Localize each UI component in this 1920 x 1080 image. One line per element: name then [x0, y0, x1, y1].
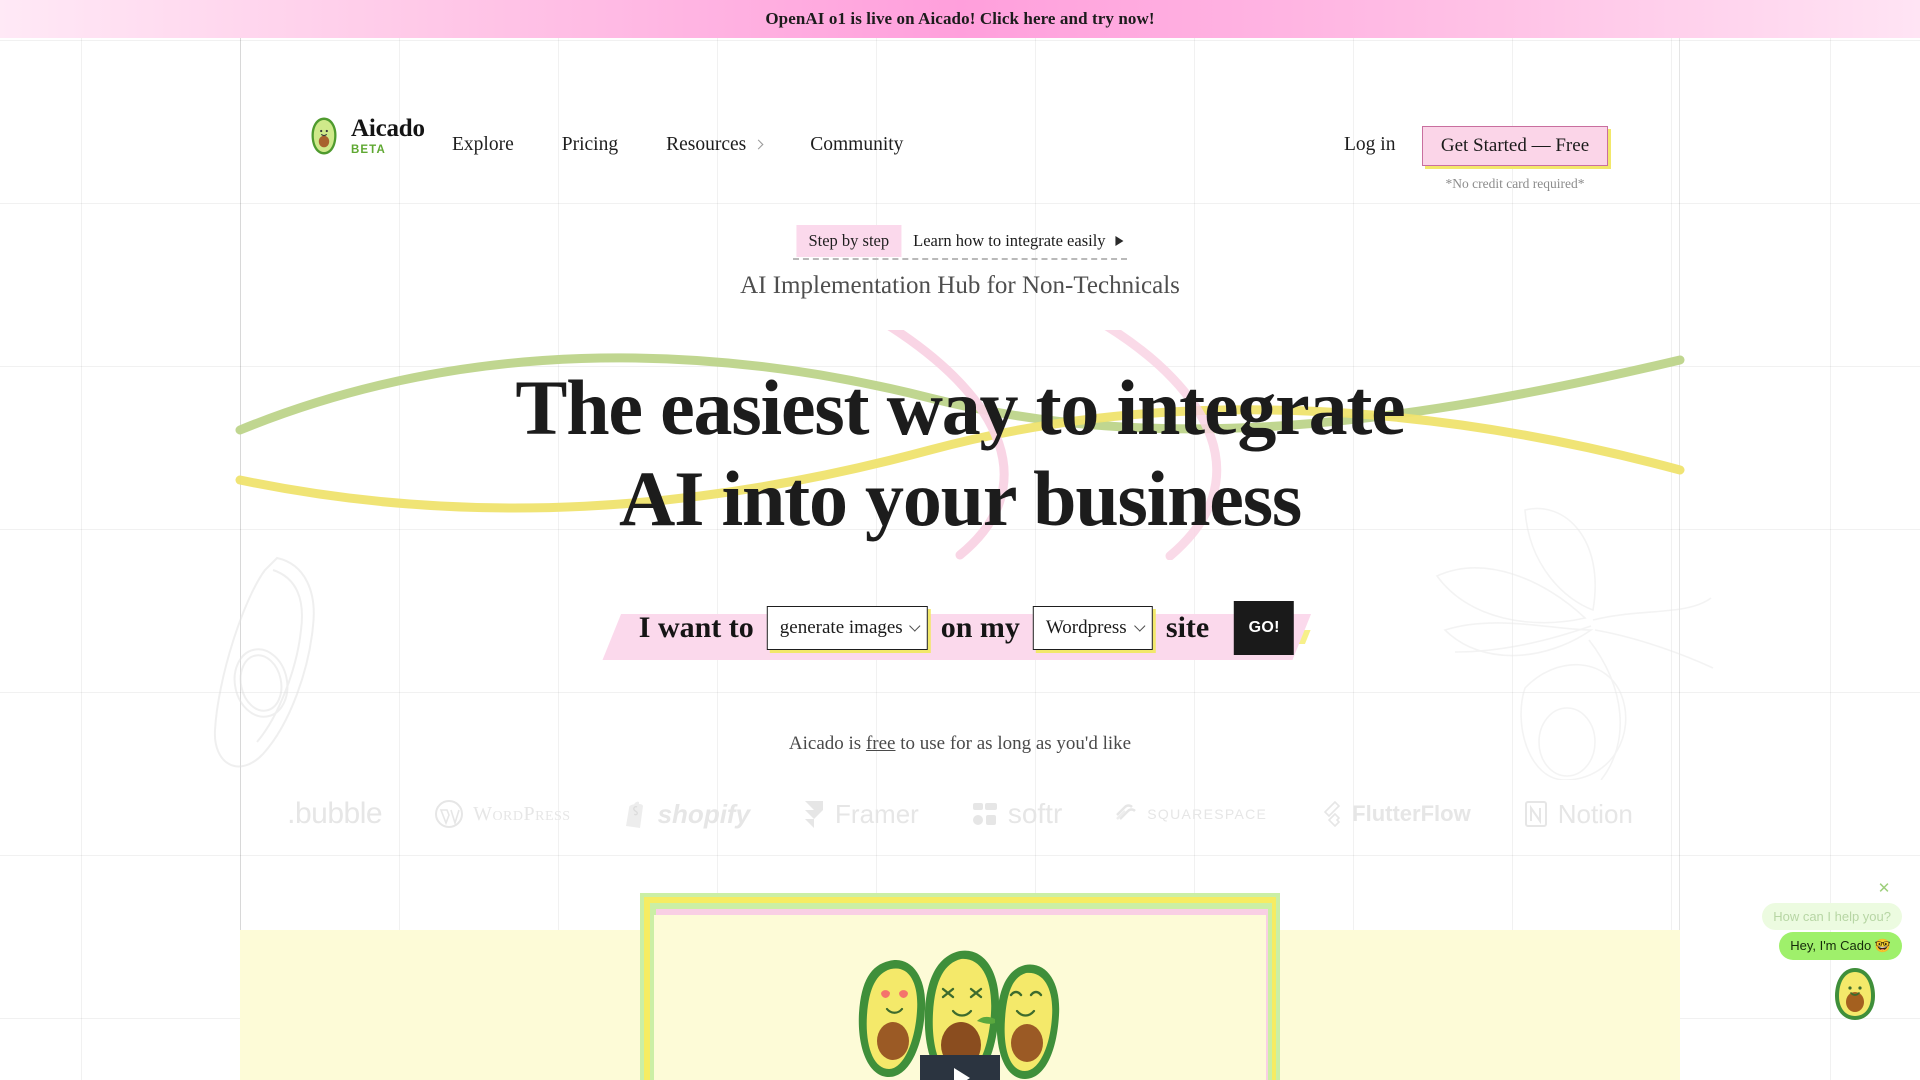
eyebrow-badge: Step by step	[796, 225, 902, 257]
video-player[interactable]	[640, 893, 1280, 1080]
query-builder-row: I want to generate images on my Wordpres…	[626, 594, 1295, 662]
platform-select[interactable]: Wordpress	[1032, 606, 1153, 650]
notion-icon	[1524, 801, 1547, 827]
builder-middle-label: on my	[940, 611, 1020, 644]
announcement-banner[interactable]: OpenAI o1 is live on Aicado! Click here …	[0, 0, 1920, 38]
eyebrow-divider	[793, 258, 1127, 260]
hero-section: Step by step Learn how to integrate easi…	[0, 0, 1920, 880]
logo-framer: Framer	[776, 799, 945, 830]
nav-link-pricing[interactable]: Pricing	[538, 134, 642, 156]
nav-link-community[interactable]: Community	[786, 134, 927, 156]
hero-subtitle: AI Implementation Hub for Non-Technicals	[740, 272, 1180, 299]
free-note-suffix: to use for as long as you'd like	[895, 733, 1132, 754]
builder-suffix-label: site	[1165, 611, 1210, 644]
brand-logo[interactable]: Aicado BETA	[307, 116, 425, 157]
logo-shopify-label: shopify	[657, 798, 751, 829]
flutterflow-icon	[1324, 800, 1341, 828]
brand-name: Aicado	[351, 115, 425, 142]
softr-icon	[972, 803, 997, 825]
logo-framer-label: Framer	[835, 798, 919, 829]
announcement-banner-text: OpenAI o1 is live on Aicado! Click here …	[765, 9, 1155, 28]
logo-flutterflow: FlutterFlow	[1293, 800, 1497, 828]
hero-headline-line-1: The easiest way to integrate	[515, 364, 1405, 451]
eyebrow-link[interactable]: Learn how to integrate easily	[913, 231, 1124, 251]
action-select[interactable]: generate images	[766, 606, 928, 650]
logo-flutterflow-label: FlutterFlow	[1352, 801, 1471, 826]
login-link[interactable]: Log in	[1344, 134, 1395, 156]
free-note-prefix: Aicado is	[788, 733, 866, 754]
hero-headline: The easiest way to integrate AI into you…	[0, 362, 1920, 545]
logo-bubble: .bubble	[261, 797, 408, 831]
logo-wordpress-label: WordPress	[473, 802, 571, 825]
nav-link-explore[interactable]: Explore	[452, 134, 538, 156]
squarespace-icon	[1116, 804, 1137, 820]
logo-softr-label: softr	[1007, 798, 1063, 829]
chat-message-greeting[interactable]: Hey, I'm Cado 🤓	[1779, 932, 1902, 960]
logo-softr: softr	[945, 798, 1088, 830]
logo-squarespace-label: SQUARESPACE	[1147, 806, 1268, 822]
cta-group: Get Started — Free *No credit card requi…	[1422, 126, 1608, 192]
wordpress-icon	[435, 800, 464, 828]
nav-link-explore-label: Explore	[452, 134, 514, 155]
action-select-value: generate images	[779, 617, 903, 638]
main-navigation: Aicado BETA Explore Pricing Resources Co…	[0, 38, 1920, 191]
free-note: Aicado is free to use for as long as you…	[0, 733, 1920, 755]
avocado-logo-icon	[311, 117, 337, 155]
query-builder: I want to generate images on my Wordpres…	[602, 594, 1312, 662]
nav-link-pricing-label: Pricing	[561, 134, 619, 155]
chat-message-placeholder[interactable]: How can I help you?	[1762, 903, 1902, 930]
nav-link-community-label: Community	[810, 134, 904, 155]
play-icon	[954, 1068, 970, 1080]
cta-note: *No credit card required*	[1445, 176, 1585, 191]
nav-links: Explore Pricing Resources Community	[452, 134, 927, 156]
play-arrow-icon	[1115, 236, 1124, 246]
chat-widget: ✕ How can I help you? Hey, I'm Cado 🤓	[1726, 880, 1906, 1080]
logo-squarespace: SQUARESPACE	[1088, 802, 1293, 826]
logo-wordpress: WordPress	[408, 799, 597, 829]
brand-beta-badge: BETA	[351, 144, 386, 156]
eyebrow-link-group[interactable]: Step by step Learn how to integrate easi…	[796, 225, 1124, 257]
logo-notion: Notion	[1497, 799, 1659, 830]
nav-link-resources[interactable]: Resources	[642, 134, 786, 156]
logo-bubble-label: .bubble	[287, 797, 383, 830]
framer-icon	[805, 801, 824, 828]
avocado-avatar-icon[interactable]	[1832, 966, 1878, 1022]
platform-select-value: Wordpress	[1045, 617, 1127, 638]
shopify-icon	[625, 801, 643, 828]
chevron-down-icon	[909, 620, 921, 632]
integration-logo-strip: .bubble WordPress shopify Framer softr S…	[0, 790, 1920, 838]
chevron-right-icon	[753, 139, 764, 149]
eyebrow-link-label: Learn how to integrate easily	[913, 231, 1106, 250]
play-video-button[interactable]	[920, 1055, 1000, 1080]
builder-prefix-label: I want to	[638, 611, 754, 644]
page-root: OpenAI o1 is live on Aicado! Click here …	[0, 0, 1920, 1080]
chevron-down-icon	[1134, 620, 1146, 632]
brand-text-group: Aicado BETA	[351, 116, 425, 157]
go-button[interactable]: GO!	[1234, 601, 1295, 655]
hero-headline-line-2: AI into your business	[618, 455, 1302, 543]
nav-link-resources-label: Resources	[666, 134, 747, 155]
free-note-link[interactable]: free	[866, 733, 896, 754]
get-started-button[interactable]: Get Started — Free	[1422, 126, 1608, 166]
logo-shopify: shopify	[597, 799, 776, 830]
logo-notion-label: Notion	[1557, 798, 1633, 829]
chat-close-button[interactable]: ✕	[1876, 880, 1892, 897]
